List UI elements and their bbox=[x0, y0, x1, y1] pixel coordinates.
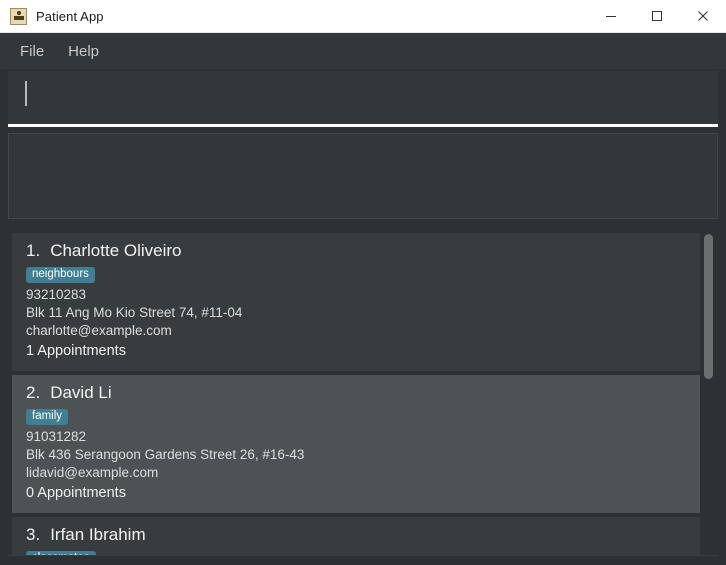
minimize-icon bbox=[606, 16, 616, 17]
person-phone: 93210283 bbox=[26, 286, 87, 302]
maximize-button[interactable] bbox=[634, 0, 680, 32]
window-controls bbox=[588, 0, 726, 32]
window-bottom-edge bbox=[8, 555, 718, 565]
list-scrollbar[interactable] bbox=[700, 225, 718, 565]
person-title: 1. Charlotte Oliveiro bbox=[26, 241, 686, 261]
title-bar: Patient App bbox=[0, 0, 726, 33]
person-tags: family bbox=[26, 406, 686, 428]
person-email: charlotte@example.com bbox=[26, 322, 172, 338]
patient-app-icon bbox=[10, 7, 27, 25]
command-input-underline bbox=[8, 124, 718, 127]
person-title: 3. Irfan Ibrahim bbox=[26, 525, 686, 545]
window-title: Patient App bbox=[36, 8, 104, 24]
result-display bbox=[8, 133, 718, 219]
close-button[interactable] bbox=[680, 0, 726, 32]
person-tag: neighbours bbox=[26, 266, 95, 283]
menu-help[interactable]: Help bbox=[56, 39, 111, 64]
person-name: Irfan Ibrahim bbox=[50, 525, 146, 545]
person-index: 2. bbox=[26, 383, 41, 403]
maximize-icon bbox=[652, 11, 662, 21]
title-bar-left: Patient App bbox=[0, 0, 588, 32]
person-address: Blk 11 Ang Mo Kio Street 74, #11-04 bbox=[26, 304, 243, 320]
person-tags: neighbours bbox=[26, 264, 686, 286]
person-email: lidavid@example.com bbox=[26, 464, 159, 480]
menu-file[interactable]: File bbox=[8, 39, 56, 64]
person-index: 3. bbox=[26, 525, 41, 545]
menu-bar: File Help bbox=[0, 33, 726, 69]
person-list-panel: 1. Charlotte Oliveiro neighbours 9321028… bbox=[8, 225, 718, 565]
person-index: 1. bbox=[26, 241, 41, 260]
person-appointments: 1 Appointments bbox=[26, 342, 126, 359]
command-input[interactable] bbox=[8, 71, 718, 127]
minimize-button[interactable] bbox=[588, 0, 634, 32]
close-icon bbox=[698, 11, 708, 21]
main-content: 1. Charlotte Oliveiro neighbours 9321028… bbox=[0, 69, 726, 565]
scrollbar-thumb[interactable] bbox=[704, 234, 713, 379]
person-name: Charlotte Oliveiro bbox=[50, 241, 182, 260]
person-appointments: 0 Appointments bbox=[26, 484, 126, 501]
person-address: Blk 436 Serangoon Gardens Street 26, #16… bbox=[26, 446, 305, 462]
person-card[interactable]: 1. Charlotte Oliveiro neighbours 9321028… bbox=[12, 233, 700, 372]
patient-app-window: Patient App File Help 1. Charlotte Olive… bbox=[0, 0, 726, 565]
person-tag: family bbox=[26, 408, 69, 425]
person-name: David Li bbox=[50, 383, 112, 403]
text-caret bbox=[25, 81, 27, 106]
person-list: 1. Charlotte Oliveiro neighbours 9321028… bbox=[8, 225, 700, 565]
person-phone: 91031282 bbox=[26, 428, 87, 444]
person-card[interactable]: 2. David Li family 91031282 Blk 436 Sera… bbox=[12, 375, 700, 514]
person-title: 2. David Li bbox=[26, 383, 686, 403]
